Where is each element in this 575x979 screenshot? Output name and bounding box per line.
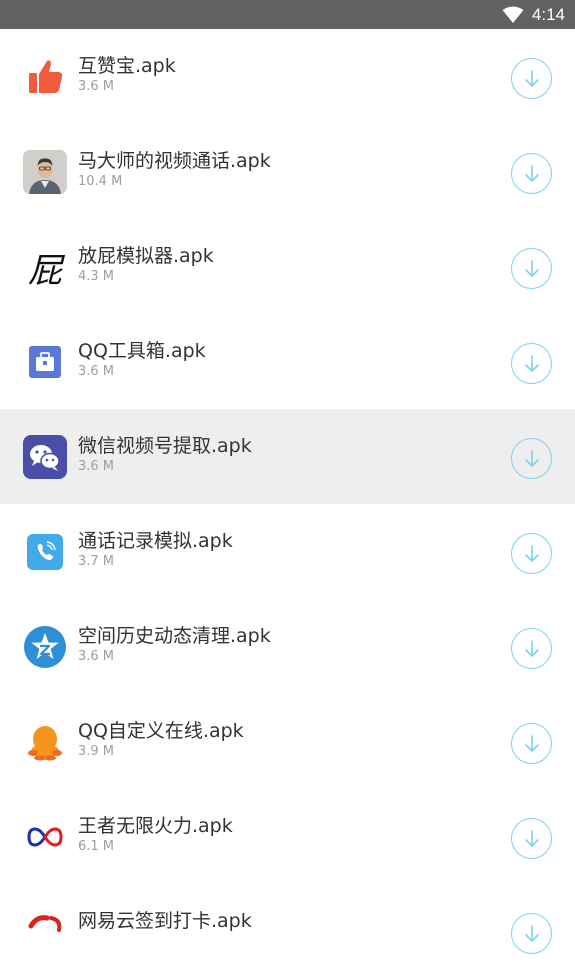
app-name: 放屁模拟器.apk (78, 245, 214, 267)
netease-icon (23, 910, 67, 954)
app-name: 微信视频号提取.apk (78, 435, 252, 457)
list-item[interactable]: 微信视频号提取.apk 3.6 M (0, 409, 575, 504)
download-arrow-icon (524, 259, 539, 277)
app-name: 空间历史动态清理.apk (78, 625, 271, 647)
download-arrow-icon (524, 69, 539, 87)
list-item[interactable]: 互赞宝.apk 3.6 M (0, 29, 575, 124)
app-name: 网易云签到打卡.apk (78, 910, 252, 932)
qzone-star-icon (23, 625, 67, 669)
app-name: QQ自定义在线.apk (78, 720, 244, 742)
app-name: 马大师的视频通话.apk (78, 150, 271, 172)
app-name: 通话记录模拟.apk (78, 530, 233, 552)
app-size: 3.6 M (78, 459, 115, 474)
list-item[interactable]: QQ自定义在线.apk 3.9 M (0, 694, 575, 789)
download-button[interactable] (511, 818, 552, 859)
app-size: 3.6 M (78, 649, 115, 664)
calligraphy-character-icon: 屁 (23, 245, 67, 291)
download-arrow-icon (524, 924, 539, 942)
download-button[interactable] (511, 248, 552, 289)
download-button[interactable] (511, 913, 552, 954)
download-button[interactable] (511, 438, 552, 479)
download-button[interactable] (511, 343, 552, 384)
calligraphy-character: 屁 (28, 250, 62, 291)
app-size: 3.6 M (78, 79, 115, 94)
app-size: 10.4 M (78, 174, 123, 189)
toolbox-icon (23, 340, 67, 384)
person-photo-icon (23, 150, 67, 194)
app-list: 互赞宝.apk 3.6 M 马大师的视频通话.apk 10.4 M 屁 放屁模拟… (0, 29, 575, 979)
download-arrow-icon (524, 354, 539, 372)
list-item[interactable]: 通话记录模拟.apk 3.7 M (0, 504, 575, 599)
list-item[interactable]: 马大师的视频通话.apk 10.4 M (0, 124, 575, 219)
status-bar: 4:14 (0, 0, 575, 29)
download-arrow-icon (524, 639, 539, 657)
download-button[interactable] (511, 723, 552, 764)
thumbs-up-icon (23, 55, 67, 99)
app-name: 互赞宝.apk (78, 55, 176, 77)
wifi-icon (502, 6, 524, 23)
wechat-icon (23, 435, 67, 479)
app-name: QQ工具箱.apk (78, 340, 206, 362)
download-arrow-icon (524, 544, 539, 562)
status-time: 4:14 (531, 4, 565, 24)
list-item[interactable]: 空间历史动态清理.apk 3.6 M (0, 599, 575, 694)
app-size: 3.9 M (78, 744, 115, 759)
download-arrow-icon (524, 164, 539, 182)
phone-icon (23, 530, 67, 574)
app-size: 3.6 M (78, 364, 115, 379)
app-size: 4.3 M (78, 269, 115, 284)
list-item[interactable]: 屁 放屁模拟器.apk 4.3 M (0, 219, 575, 314)
download-arrow-icon (524, 734, 539, 752)
list-item[interactable]: 网易云签到打卡.apk (0, 884, 575, 979)
list-item[interactable]: QQ工具箱.apk 3.6 M (0, 314, 575, 409)
app-size: 3.7 M (78, 554, 115, 569)
download-button[interactable] (511, 533, 552, 574)
infinity-icon (23, 815, 67, 859)
download-button[interactable] (511, 58, 552, 99)
app-size: 6.1 M (78, 839, 115, 854)
download-button[interactable] (511, 628, 552, 669)
list-item[interactable]: 王者无限火力.apk 6.1 M (0, 789, 575, 884)
download-arrow-icon (524, 449, 539, 467)
download-button[interactable] (511, 153, 552, 194)
app-name: 王者无限火力.apk (78, 815, 233, 837)
download-arrow-icon (524, 829, 539, 847)
qq-penguin-icon (23, 720, 67, 764)
